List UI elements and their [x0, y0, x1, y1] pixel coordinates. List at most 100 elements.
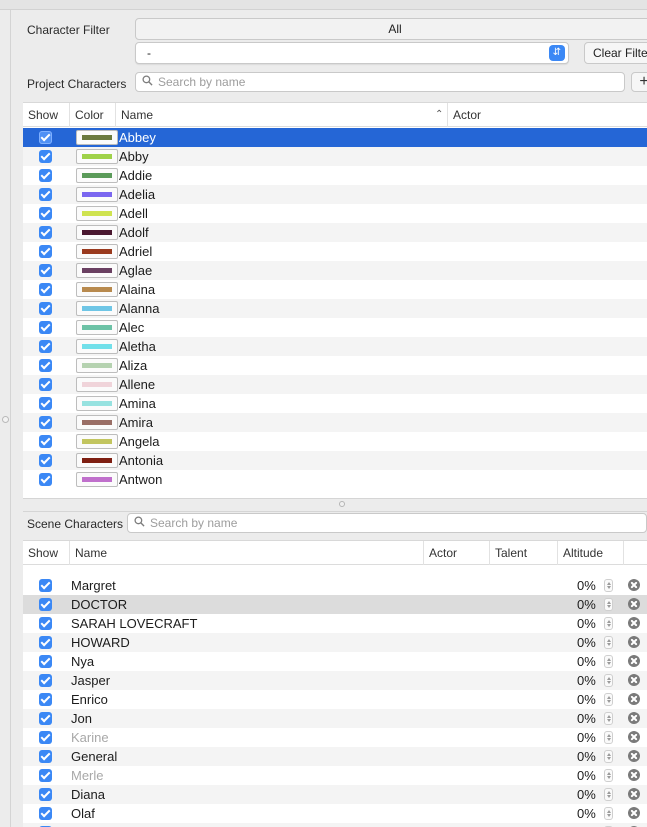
- color-swatch[interactable]: [76, 453, 118, 468]
- altitude-value[interactable]: 0%: [577, 748, 596, 765]
- show-checkbox[interactable]: [39, 150, 52, 163]
- show-checkbox[interactable]: [39, 397, 52, 410]
- remove-circle-icon[interactable]: [628, 769, 640, 781]
- remove-circle-icon[interactable]: [628, 807, 640, 819]
- color-swatch[interactable]: [76, 206, 118, 221]
- color-swatch[interactable]: [76, 377, 118, 392]
- show-checkbox[interactable]: [39, 712, 52, 725]
- show-checkbox[interactable]: [39, 731, 52, 744]
- show-checkbox[interactable]: [39, 378, 52, 391]
- stepper-icon[interactable]: [604, 674, 613, 687]
- column-color[interactable]: Color: [69, 103, 115, 127]
- color-swatch[interactable]: [76, 149, 118, 164]
- show-checkbox[interactable]: [39, 674, 52, 687]
- show-checkbox[interactable]: [39, 169, 52, 182]
- show-checkbox[interactable]: [39, 769, 52, 782]
- show-checkbox[interactable]: [39, 693, 52, 706]
- clear-filter-button[interactable]: Clear Filter: [584, 42, 647, 64]
- table-row[interactable]: HOWARD0%: [23, 823, 647, 827]
- table-row[interactable]: Alec: [23, 318, 647, 337]
- show-checkbox[interactable]: [39, 131, 52, 144]
- stepper-icon[interactable]: [604, 788, 613, 801]
- table-row[interactable]: Aglae: [23, 261, 647, 280]
- color-swatch[interactable]: [76, 358, 118, 373]
- column-actor[interactable]: Actor: [423, 541, 489, 565]
- stepper-icon[interactable]: [604, 598, 613, 611]
- column-show[interactable]: Show: [23, 541, 69, 565]
- table-row[interactable]: Allene: [23, 375, 647, 394]
- table-row[interactable]: Adolf: [23, 223, 647, 242]
- table-row[interactable]: Angela: [23, 432, 647, 451]
- color-swatch[interactable]: [76, 301, 118, 316]
- color-swatch[interactable]: [76, 263, 118, 278]
- table-row[interactable]: Margret 0%: [23, 576, 647, 595]
- stepper-icon[interactable]: [604, 693, 613, 706]
- add-character-button[interactable]: +: [631, 72, 647, 92]
- show-checkbox[interactable]: [39, 226, 52, 239]
- show-checkbox[interactable]: [39, 340, 52, 353]
- stepper-icon[interactable]: [604, 807, 613, 820]
- filter-all-button[interactable]: All: [135, 18, 647, 40]
- show-checkbox[interactable]: [39, 416, 52, 429]
- table-row[interactable]: SARAH LOVECRAFT 0%: [23, 614, 647, 633]
- show-checkbox[interactable]: [39, 750, 52, 763]
- color-swatch[interactable]: [76, 472, 118, 487]
- color-swatch[interactable]: [76, 320, 118, 335]
- altitude-value[interactable]: 0%: [577, 805, 596, 822]
- color-swatch[interactable]: [76, 415, 118, 430]
- table-row[interactable]: Enrico 0%: [23, 690, 647, 709]
- column-talent[interactable]: Talent: [489, 541, 557, 565]
- show-checkbox[interactable]: [39, 807, 52, 820]
- table-row[interactable]: Diana 0%: [23, 785, 647, 804]
- table-row[interactable]: Jon 0%: [23, 709, 647, 728]
- remove-circle-icon[interactable]: [628, 674, 640, 686]
- altitude-value[interactable]: 0%: [577, 710, 596, 727]
- filter-popup[interactable]: - ⇵: [135, 42, 569, 64]
- color-swatch[interactable]: [76, 339, 118, 354]
- remove-circle-icon[interactable]: [628, 712, 640, 724]
- table-row[interactable]: Merle 0%: [23, 766, 647, 785]
- table-row[interactable]: Adelia: [23, 185, 647, 204]
- remove-circle-icon[interactable]: [628, 731, 640, 743]
- table-row[interactable]: Nya 0%: [23, 652, 647, 671]
- table-row[interactable]: Addie: [23, 166, 647, 185]
- remove-circle-icon[interactable]: [628, 579, 640, 591]
- color-swatch[interactable]: [76, 187, 118, 202]
- table-row[interactable]: Amina: [23, 394, 647, 413]
- table-row[interactable]: HOWARD0%: [23, 633, 647, 652]
- show-checkbox[interactable]: [39, 321, 52, 334]
- table-row[interactable]: Jasper 0%: [23, 671, 647, 690]
- table-row[interactable]: Alanna: [23, 299, 647, 318]
- altitude-value[interactable]: 0%: [577, 653, 596, 670]
- show-checkbox[interactable]: [39, 579, 52, 592]
- stepper-icon[interactable]: [604, 750, 613, 763]
- show-checkbox[interactable]: [39, 302, 52, 315]
- divider-handle[interactable]: [339, 501, 345, 507]
- table-row[interactable]: Abbey: [23, 128, 647, 147]
- column-actor[interactable]: Actor: [447, 103, 647, 127]
- show-checkbox[interactable]: [39, 264, 52, 277]
- stepper-icon[interactable]: [604, 769, 613, 782]
- color-swatch[interactable]: [76, 168, 118, 183]
- table-row[interactable]: Aliza: [23, 356, 647, 375]
- show-checkbox[interactable]: [39, 359, 52, 372]
- split-view-divider[interactable]: [23, 498, 647, 512]
- stepper-icon[interactable]: [604, 731, 613, 744]
- column-name[interactable]: Name: [115, 103, 429, 127]
- altitude-value[interactable]: 0%: [577, 596, 596, 613]
- color-swatch[interactable]: [76, 396, 118, 411]
- altitude-value[interactable]: 0%: [577, 786, 596, 803]
- remove-circle-icon[interactable]: [628, 617, 640, 629]
- column-altitude[interactable]: Altitude: [557, 541, 623, 565]
- table-row[interactable]: Alaina: [23, 280, 647, 299]
- table-row[interactable]: Adriel: [23, 242, 647, 261]
- stepper-icon[interactable]: [604, 712, 613, 725]
- altitude-value[interactable]: 0%: [577, 672, 596, 689]
- table-row[interactable]: DOCTOR 0%: [23, 595, 647, 614]
- show-checkbox[interactable]: [39, 207, 52, 220]
- altitude-value[interactable]: 0%: [577, 767, 596, 784]
- column-name[interactable]: Name: [69, 541, 423, 565]
- table-row[interactable]: General 0%: [23, 747, 647, 766]
- show-checkbox[interactable]: [39, 245, 52, 258]
- table-row[interactable]: Abby: [23, 147, 647, 166]
